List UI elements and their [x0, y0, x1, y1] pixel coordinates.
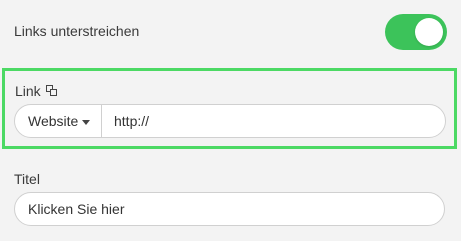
link-label-row: Link — [15, 83, 58, 99]
toggle-knob — [415, 18, 443, 46]
underline-links-label: Links unterstreichen — [14, 23, 140, 39]
copy-icon[interactable] — [45, 85, 58, 97]
title-input[interactable] — [14, 192, 445, 226]
link-type-select[interactable]: Website — [15, 105, 102, 137]
underline-links-toggle[interactable] — [385, 14, 447, 50]
link-type-value: Website — [28, 113, 79, 129]
title-label: Titel — [14, 171, 40, 187]
link-section: Link Website — [2, 68, 457, 149]
link-url-input[interactable] — [102, 105, 445, 137]
underline-links-row: Links unterstreichen — [0, 0, 461, 62]
link-input-group: Website — [14, 104, 446, 138]
caret-down-icon — [82, 119, 91, 125]
link-label: Link — [15, 83, 41, 99]
